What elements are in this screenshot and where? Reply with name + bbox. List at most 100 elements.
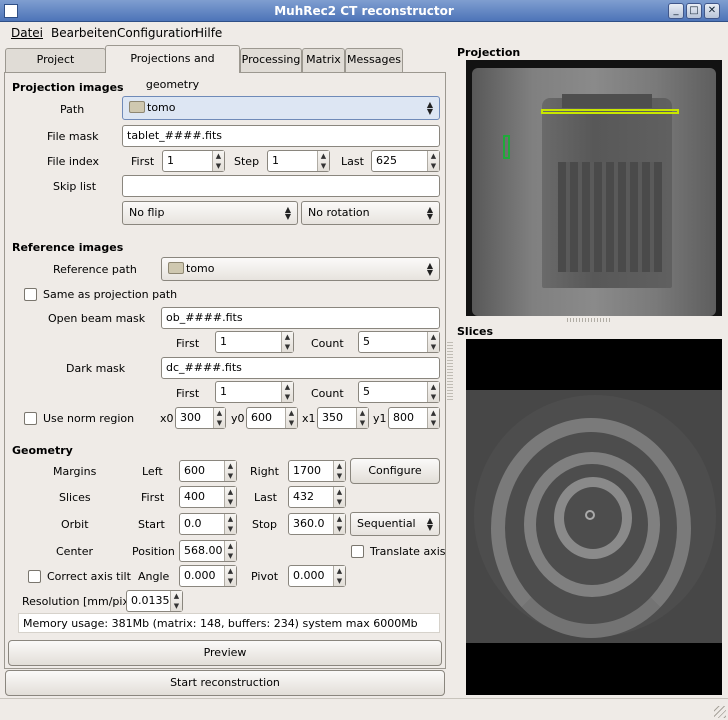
fileindex-label: File index (47, 155, 99, 168)
norm-region-label: Use norm region (43, 412, 135, 425)
rotation-combo[interactable]: No rotation ▲ ▼ (301, 201, 440, 225)
maximize-icon[interactable]: □ (686, 3, 702, 19)
horizontal-splitter[interactable] (565, 318, 611, 322)
filemask-input[interactable]: tablet_####.fits (122, 125, 440, 147)
configure-button[interactable]: Configure (350, 458, 440, 484)
skiplist-label: Skip list (53, 180, 97, 193)
y0-label: y0 (231, 412, 245, 425)
dc-count-spinbox[interactable]: 5 ▲ ▼ (358, 381, 440, 403)
last-label: Last (341, 155, 364, 168)
slices-image[interactable] (466, 339, 722, 695)
ob-count-spinbox[interactable]: 5 ▲ ▼ (358, 331, 440, 353)
projection-images-heading: Projection images (12, 81, 124, 94)
orbit-mode-combo[interactable]: Sequential ▲ ▼ (350, 512, 440, 536)
dc-count-label: Count (311, 387, 344, 400)
openbeam-label: Open beam mask (48, 312, 146, 325)
x0-spinbox[interactable]: 300 ▲ ▼ (175, 407, 226, 429)
step-spinbox[interactable]: 1 ▲ ▼ (267, 150, 330, 172)
position-label: Position (132, 545, 175, 558)
start-label: Start (138, 518, 165, 531)
norm-region-checkbox[interactable] (24, 412, 37, 425)
openbeam-input[interactable]: ob_####.fits (161, 307, 440, 329)
tab-matrix[interactable]: Matrix (302, 48, 345, 72)
dark-label: Dark mask (66, 362, 126, 375)
angle-spinbox[interactable]: 0.000 ▲ ▼ (179, 565, 237, 587)
y1-spinbox[interactable]: 800 ▲ ▼ (388, 407, 440, 429)
menu-hilfe[interactable]: Hilfe (195, 26, 222, 40)
menu-datei[interactable]: Datei (11, 26, 43, 40)
translate-axis-label: Translate axis (370, 545, 446, 558)
ob-first-label: First (176, 337, 200, 350)
tab-projections-geometry[interactable]: Projections and geometry (105, 45, 240, 91)
start-reconstruction-button[interactable]: Start reconstruction (5, 670, 445, 696)
right-label: Right (250, 465, 279, 478)
slices-title: Slices (457, 325, 493, 338)
axis-tilt-checkbox[interactable] (28, 570, 41, 583)
slices-first-label: First (141, 491, 165, 504)
pivot-label: Pivot (251, 570, 279, 583)
slices-label: Slices (59, 491, 91, 504)
dc-first-spinbox[interactable]: 1 ▲ ▼ (215, 381, 294, 403)
updown-icon: ▲ ▼ (426, 261, 433, 277)
pivot-spinbox[interactable]: 0.000 ▲ ▼ (288, 565, 346, 587)
refpath-combo[interactable]: tomo ▲ ▼ (161, 257, 440, 281)
path-label: Path (60, 103, 85, 116)
left-spinbox[interactable]: 600 ▲ ▼ (179, 460, 237, 482)
translate-axis-checkbox[interactable] (351, 545, 364, 558)
x0-label: x0 (160, 412, 174, 425)
memory-usage-text: Memory usage: 381Mb (matrix: 148, buffer… (23, 617, 418, 630)
x1-spinbox[interactable]: 350 ▲ ▼ (317, 407, 369, 429)
reference-images-heading: Reference images (12, 241, 124, 254)
slices-last-label: Last (254, 491, 277, 504)
step-label: Step (234, 155, 260, 168)
menu-configuration[interactable]: Configuration (117, 26, 198, 40)
ob-count-label: Count (311, 337, 344, 350)
flip-combo[interactable]: No flip ▲ ▼ (122, 201, 298, 225)
tab-processing[interactable]: Processing (240, 48, 302, 72)
roi-green[interactable] (503, 135, 510, 159)
angle-label: Angle (138, 570, 170, 583)
right-spinbox[interactable]: 1700 ▲ ▼ (288, 460, 346, 482)
preview-button[interactable]: Preview (8, 640, 442, 666)
same-as-projection-label: Same as projection path (43, 288, 178, 301)
start-spinbox[interactable]: 0.0 ▲ ▼ (179, 513, 237, 535)
stop-label: Stop (252, 518, 278, 531)
sample-cap (562, 94, 652, 108)
sample-roll (558, 162, 662, 272)
app-icon[interactable] (4, 4, 18, 18)
minimize-icon[interactable]: _ (668, 3, 684, 19)
slices-first-spinbox[interactable]: 400 ▲ ▼ (179, 486, 237, 508)
first-spinbox[interactable]: 1 ▲ ▼ (162, 150, 225, 172)
window-title: MuhRec2 CT reconstructor (274, 4, 454, 18)
stop-spinbox[interactable]: 360.0 ▲ ▼ (288, 513, 346, 535)
geometry-heading: Geometry (12, 444, 73, 457)
roi-yellow[interactable] (541, 109, 679, 114)
path-combo[interactable]: tomo ▲ ▼ (122, 96, 440, 120)
memory-usage-panel: Memory usage: 381Mb (matrix: 148, buffer… (18, 613, 440, 633)
projection-image[interactable] (466, 60, 722, 316)
folder-icon (168, 262, 184, 274)
dark-input[interactable]: dc_####.fits (161, 357, 440, 379)
updown-icon: ▲ ▼ (426, 100, 433, 116)
slice-core (585, 510, 595, 520)
close-icon[interactable]: ✕ (704, 3, 720, 19)
vertical-splitter[interactable] (447, 340, 453, 400)
tab-messages[interactable]: Messages (345, 48, 403, 72)
menu-bar: Datei Bearbeiten Configuration Hilfe (0, 22, 728, 44)
ob-first-spinbox[interactable]: 1 ▲ ▼ (215, 331, 294, 353)
position-spinbox[interactable]: 568.00 ▲ ▼ (179, 540, 237, 562)
resolution-spinbox[interactable]: 0.0135 ▲ ▼ (126, 590, 183, 612)
y0-spinbox[interactable]: 600 ▲ ▼ (246, 407, 298, 429)
last-spinbox[interactable]: 625 ▲ ▼ (371, 150, 440, 172)
menu-bearbeiten[interactable]: Bearbeiten (51, 26, 117, 40)
skiplist-input[interactable] (122, 175, 440, 197)
updown-icon: ▲ ▼ (284, 205, 291, 221)
margins-label: Margins (53, 465, 97, 478)
title-bar: MuhRec2 CT reconstructor (0, 0, 728, 22)
slices-last-spinbox[interactable]: 432 ▲ ▼ (288, 486, 346, 508)
first-label: First (131, 155, 155, 168)
size-grip-icon[interactable] (714, 706, 726, 718)
same-as-projection-checkbox[interactable] (24, 288, 37, 301)
tab-project-information[interactable]: Project information (5, 48, 106, 88)
projection-title: Projection (457, 46, 521, 59)
